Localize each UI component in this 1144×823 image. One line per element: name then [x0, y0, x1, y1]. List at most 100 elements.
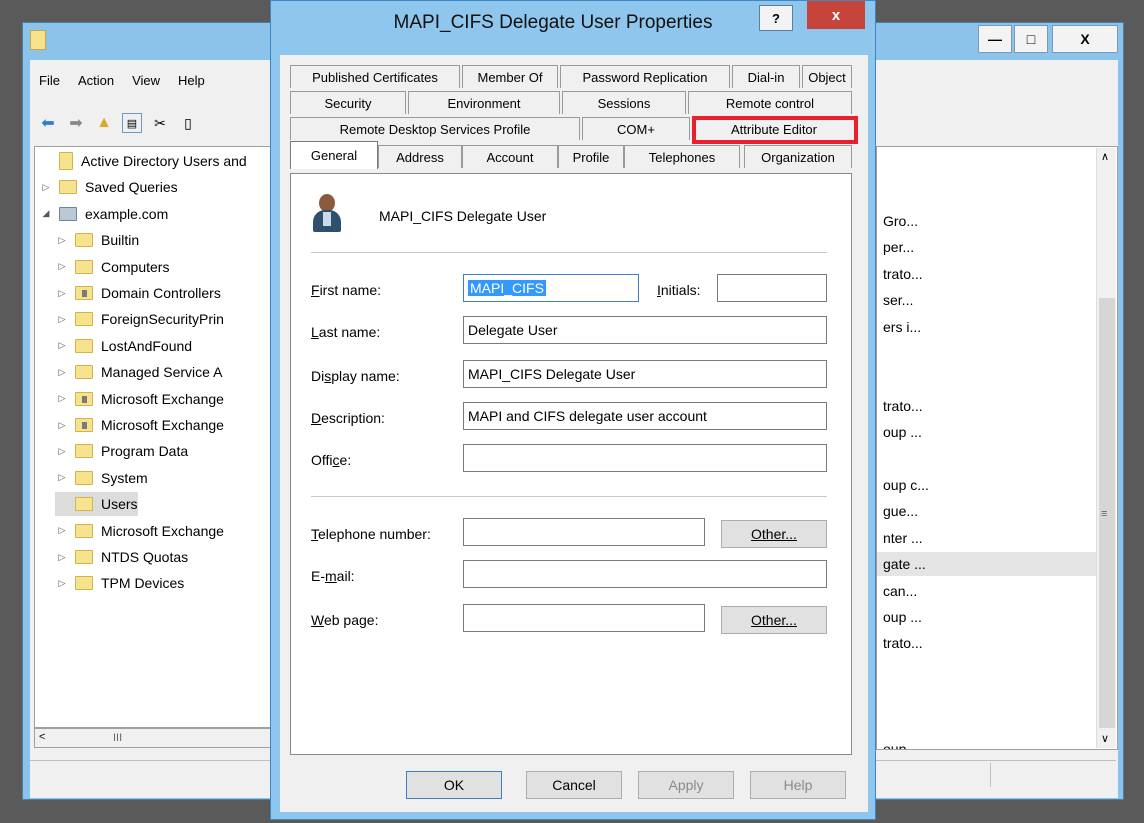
forward-arrow-icon[interactable]: ➡ — [66, 113, 86, 133]
ok-button[interactable]: OK — [406, 771, 502, 799]
tab-member-of[interactable]: Member Of — [462, 65, 558, 88]
tab-account[interactable]: Account — [462, 145, 558, 168]
tree-item[interactable]: ▷ System — [55, 466, 148, 490]
back-arrow-icon[interactable]: ⬅ — [38, 113, 58, 133]
tree-item[interactable]: ▷ TPM Devices — [55, 571, 185, 595]
office-field[interactable] — [463, 444, 827, 472]
tree-item[interactable]: ▷ Domain Controllers — [55, 281, 221, 305]
last-name-field[interactable]: Delegate User — [463, 316, 827, 344]
show-hide-tree-icon[interactable]: ▤ — [122, 113, 142, 133]
tab-security[interactable]: Security — [290, 91, 406, 114]
help-button[interactable]: ? — [759, 5, 793, 31]
tree-item[interactable]: ▷ Program Data — [55, 439, 189, 463]
list-item[interactable]: oup ... — [877, 737, 1107, 749]
cut-icon[interactable]: ✂ — [150, 113, 170, 133]
details-vertical-scrollbar[interactable]: ∧ ≡ ∨ — [1096, 148, 1116, 748]
list-item[interactable]: nter ... — [877, 526, 1107, 550]
expand-arrow-icon[interactable]: ▷ — [55, 340, 69, 351]
list-item[interactable]: trato... — [877, 631, 1107, 655]
expand-arrow-icon[interactable]: ▷ — [55, 288, 69, 299]
expand-arrow-icon[interactable]: ▷ — [55, 578, 69, 589]
list-item[interactable]: Gro... — [877, 209, 1107, 233]
copy-icon[interactable]: ▯ — [178, 113, 198, 133]
tab-sessions[interactable]: Sessions — [562, 91, 686, 114]
tab-environment[interactable]: Environment — [408, 91, 560, 114]
tree-item[interactable]: ▷ Computers — [55, 255, 170, 279]
tab-remote-desktop-services-profile[interactable]: Remote Desktop Services Profile — [290, 117, 580, 140]
scroll-left-icon[interactable]: < — [39, 731, 45, 743]
tree-item[interactable]: Users — [55, 492, 138, 517]
tab-dial-in[interactable]: Dial-in — [732, 65, 800, 88]
tree-item[interactable]: Active Directory Users and — [39, 149, 247, 173]
tree-item[interactable]: ▷ Microsoft Exchange — [55, 413, 224, 437]
list-item[interactable]: oup ... — [877, 420, 1107, 444]
menu-item-action[interactable]: Action — [69, 68, 123, 94]
webpage-other-button[interactable]: Other... — [721, 606, 827, 634]
expand-arrow-icon[interactable]: ▷ — [55, 393, 69, 404]
menu-item-file[interactable]: File — [30, 68, 69, 94]
expand-arrow-icon[interactable]: ▷ — [55, 261, 69, 272]
initials-field[interactable] — [717, 274, 827, 302]
tree-item[interactable]: ▷ Managed Service A — [55, 360, 223, 384]
tab-organization[interactable]: Organization — [744, 145, 852, 168]
help-dialog-button[interactable]: Help — [750, 771, 846, 799]
tab-object[interactable]: Object — [802, 65, 852, 88]
tree-item-label: Users — [101, 496, 138, 513]
list-item[interactable]: trato... — [877, 394, 1107, 418]
tree-horizontal-scrollbar[interactable]: < III — [34, 728, 278, 748]
dialog-close-button[interactable]: x — [807, 1, 865, 29]
tree-item[interactable]: ▷ Saved Queries — [39, 175, 178, 199]
description-field[interactable]: MAPI and CIFS delegate user account — [463, 402, 827, 430]
first-name-field[interactable]: MAPI_CIFS — [463, 274, 639, 302]
list-item[interactable]: trato... — [877, 262, 1107, 286]
expand-arrow-icon[interactable]: ▷ — [55, 446, 69, 457]
apply-button[interactable]: Apply — [638, 771, 734, 799]
collapse-arrow-icon[interactable]: ◢ — [39, 208, 53, 219]
list-item[interactable]: oup ... — [877, 605, 1107, 629]
tree-item[interactable]: ▷ Microsoft Exchange — [55, 387, 224, 411]
tab-published-certificates[interactable]: Published Certificates — [290, 65, 460, 88]
email-field[interactable] — [463, 560, 827, 588]
tree-item[interactable]: ▷ NTDS Quotas — [55, 545, 189, 569]
tree-item[interactable]: ▷ Builtin — [55, 228, 140, 252]
expand-arrow-icon[interactable]: ▷ — [55, 235, 69, 246]
list-item[interactable]: ser... — [877, 288, 1107, 312]
tab-address[interactable]: Address — [378, 145, 462, 168]
list-item[interactable]: per... — [877, 235, 1107, 259]
close-button[interactable]: X — [1052, 25, 1118, 53]
expand-arrow-icon[interactable]: ▷ — [55, 472, 69, 483]
tab-remote-control[interactable]: Remote control — [688, 91, 852, 114]
list-item[interactable]: gue... — [877, 499, 1107, 523]
cancel-button[interactable]: Cancel — [526, 771, 622, 799]
expand-arrow-icon[interactable]: ▷ — [55, 525, 69, 536]
scroll-down-icon[interactable]: ∨ — [1101, 732, 1109, 745]
webpage-field[interactable] — [463, 604, 705, 632]
display-name-field[interactable]: MAPI_CIFS Delegate User — [463, 360, 827, 388]
expand-arrow-icon[interactable]: ▷ — [39, 182, 53, 193]
maximize-button[interactable]: □ — [1014, 25, 1048, 53]
tab-general[interactable]: General — [290, 141, 378, 169]
tab-com-[interactable]: COM+ — [582, 117, 690, 140]
up-folder-icon[interactable]: ▲ — [94, 113, 114, 133]
tab-password-replication[interactable]: Password Replication — [560, 65, 730, 88]
tree-item[interactable]: ▷ Microsoft Exchange — [55, 519, 224, 543]
tab-telephones[interactable]: Telephones — [624, 145, 740, 168]
list-item[interactable]: ers i... — [877, 315, 1107, 339]
menu-item-view[interactable]: View — [123, 68, 169, 94]
minimize-button[interactable]: — — [978, 25, 1012, 53]
expand-arrow-icon[interactable]: ▷ — [55, 420, 69, 431]
list-item[interactable]: can... — [877, 579, 1107, 603]
expand-arrow-icon[interactable]: ▷ — [55, 367, 69, 378]
tree-item[interactable]: ◢ example.com — [39, 202, 169, 226]
scroll-up-icon[interactable]: ∧ — [1101, 150, 1109, 163]
tab-profile[interactable]: Profile — [558, 145, 624, 168]
list-item[interactable]: oup c... — [877, 473, 1107, 497]
telephone-field[interactable] — [463, 518, 705, 546]
expand-arrow-icon[interactable]: ▷ — [55, 552, 69, 563]
menu-item-help[interactable]: Help — [169, 68, 214, 94]
tree-item[interactable]: ▷ ForeignSecurityPrin — [55, 307, 224, 331]
telephone-other-button[interactable]: Other... — [721, 520, 827, 548]
tree-item[interactable]: ▷ LostAndFound — [55, 334, 193, 358]
expand-arrow-icon[interactable]: ▷ — [55, 314, 69, 325]
list-item[interactable]: gate ... — [877, 552, 1107, 577]
